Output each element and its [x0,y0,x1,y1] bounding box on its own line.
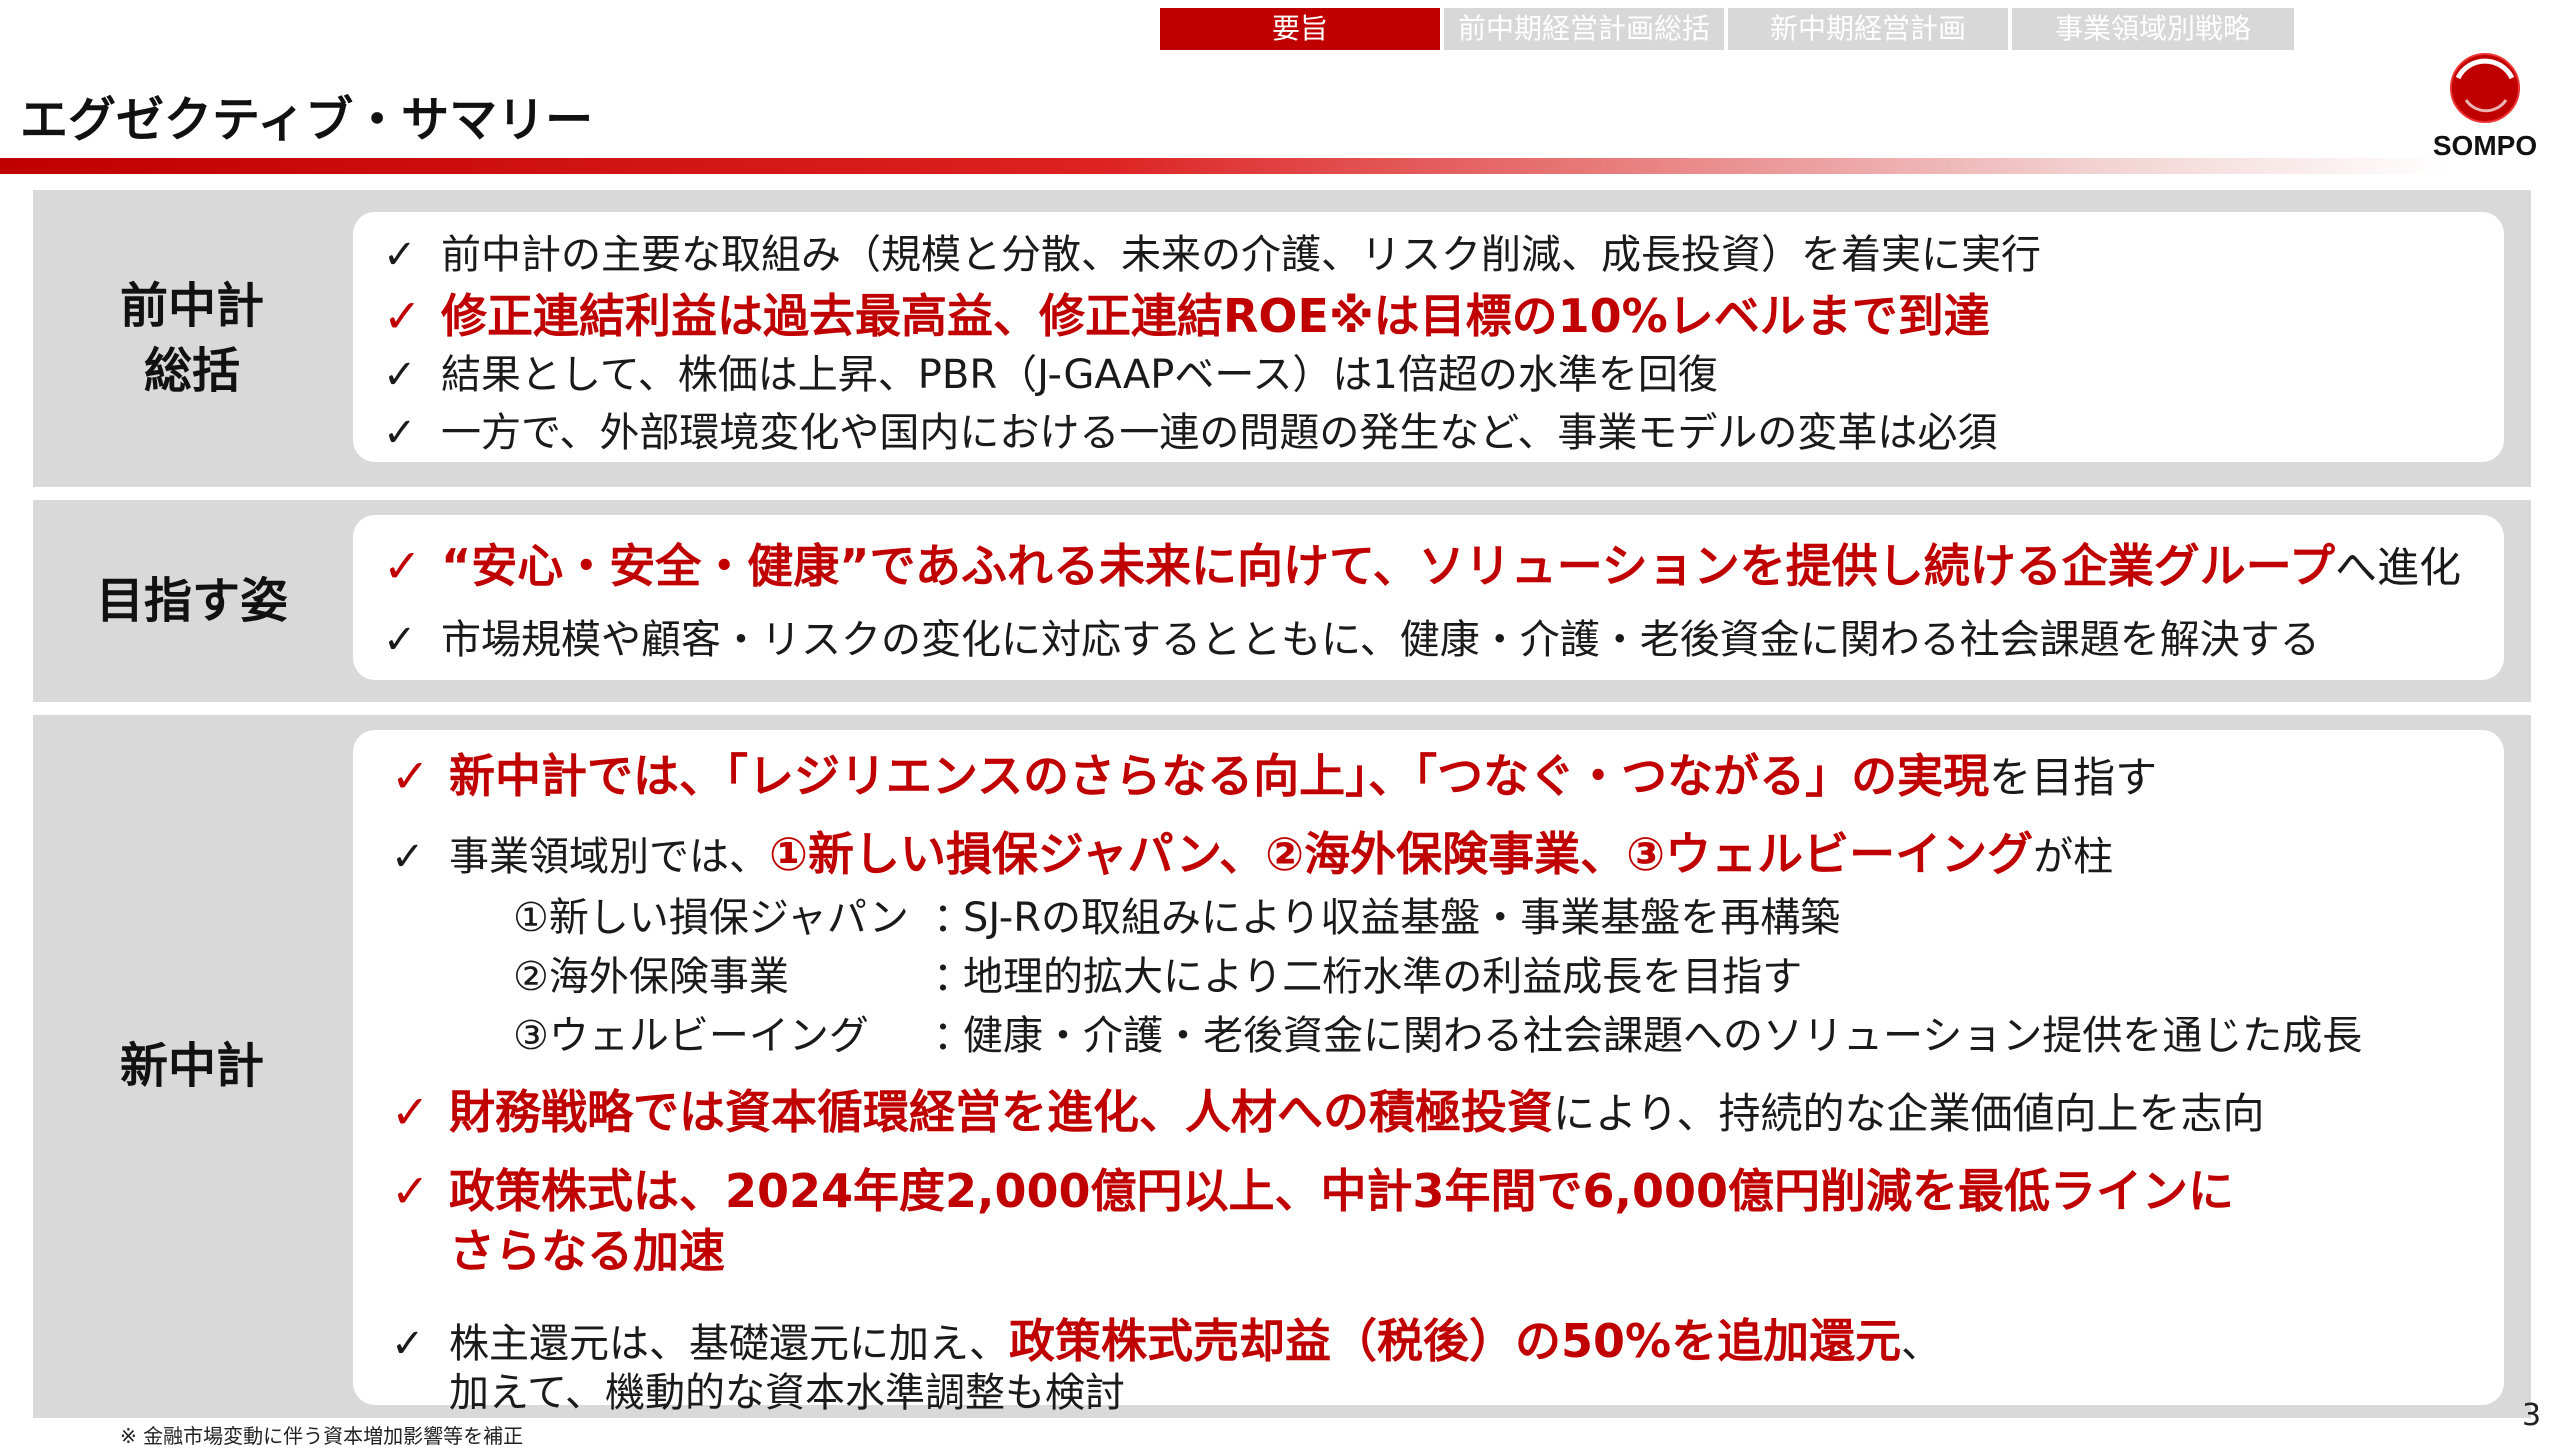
bullet-text-emphasis: ①新しい損保ジャパン、②海外保険事業、③ウェルビーイング [769,827,2034,881]
checkmark-icon: ✓ [391,1085,430,1139]
page-title: エグゼクティブ・サマリー [20,92,594,148]
sub-item-name: ①新しい損保ジャパン [513,895,909,941]
footnote: ※ 金融市場変動に伴う資本増加影響等を補正 [120,1424,524,1448]
bullet-item: ✓ 政策株式は、2024年度2,000億円以上、中計3年間で6,000億円削減を最… [391,1155,2234,1221]
bullet-text: 結果として、株価は上昇、PBR（J-GAAPベース）は1倍超の水準を回復 [441,352,1718,398]
sub-item: ②海外保険事業 ：地理的拡大により二桁水準の利益成長を目指す [513,944,1802,1002]
bullet-text-emphasis: 財務戦略では資本循環経営を進化、人材への積極投資 [449,1085,1553,1139]
bullet-continuation: さらなる加速 [449,1215,725,1281]
checkmark-icon: ✓ [383,617,417,663]
content-card: ✓ 前中計の主要な取組み（規模と分散、未来の介護、リスク削減、成長投資）を着実に実… [353,212,2504,462]
section-label-line2: 総括 [143,342,240,399]
bullet-item: ✓ 前中計の主要な取組み（規模と分散、未来の介護、リスク削減、成長投資）を着実に実… [383,222,2041,280]
bullet-text: 市場規模や顧客・リスクの変化に対応するとともに、健康・介護・老後資金に関わる社会… [441,617,2320,663]
section-label-line1: 前中計 [119,277,264,334]
bullet-item: ✓ 財務戦略では資本循環経営を進化、人材への積極投資により、持続的な企業価値向上を… [391,1076,2264,1142]
bullet-text: が柱 [2033,834,2114,880]
sub-item-name: ②海外保険事業 [513,954,789,1000]
bullet-text-emphasis: さらなる加速 [449,1224,725,1278]
bullet-text: 、 [1901,1321,1942,1367]
sub-item-colon: ： [933,895,973,941]
bullet-continuation: 加えて、機動的な資本水準調整も検討 [449,1360,1125,1418]
checkmark-icon: ✓ [391,834,425,880]
bullet-text: を目指す [1989,753,2158,802]
sub-item-colon: ： [933,954,973,1000]
checkmark-icon: ✓ [383,289,422,343]
bullet-text: 事業領域別では、 [449,834,769,880]
section-previous-plan-review: 前中計 総括 ✓ 前中計の主要な取組み（規模と分散、未来の介護、リスク削減、成長投… [33,190,2531,487]
bullet-text-emphasis: 修正連結利益は過去最高益、修正連結ROE※は目標の10%レベルまで到達 [441,289,1990,343]
sub-item-desc: 健康・介護・老後資金に関わる社会課題へのソリューション提供を通じた成長 [963,1013,2363,1059]
bullet-item: ✓ 事業領域別では、①新しい損保ジャパン、②海外保険事業、③ウェルビーイングが柱 [391,818,2113,884]
content-card: ✓ 新中計では、「レジリエンスのさらなる向上」、「つなぐ・つながる」の実現を目指す… [353,730,2504,1416]
section-vision: 目指す姿 ✓ “安心・安全・健康”であふれる未来に向けて、ソリューションを提供し続… [33,500,2531,702]
checkmark-icon: ✓ [391,749,430,803]
sub-item-desc: SJ-Rの取組みにより収益基盤・事業基盤を再構築 [963,895,1841,941]
section-label-text: 新中計 [119,1038,264,1095]
checkmark-icon: ✓ [391,1321,425,1367]
bullet-item: ✓ 新中計では、「レジリエンスのさらなる向上」、「つなぐ・つながる」の実現を目指す [391,740,2157,806]
section-new-plan: 新中計 ✓ 新中計では、「レジリエンスのさらなる向上」、「つなぐ・つながる」の実現… [33,715,2531,1418]
bullet-text-emphasis: 新中計では、「レジリエンスのさらなる向上」、「つなぐ・つながる」の実現 [449,749,1990,803]
tab-summary[interactable]: 要旨 [1160,8,1440,50]
section-label-vision: 目指す姿 [33,500,351,702]
bullet-item: ✓ “安心・安全・健康”であふれる未来に向けて、ソリューションを提供し続ける企業グ… [383,530,2461,596]
page-number: 3 [2522,1398,2542,1433]
sub-item-colon: ： [933,1013,973,1059]
sub-item-desc: 地理的拡大により二桁水準の利益成長を目指す [963,954,1803,1000]
bullet-text-emphasis: “安心・安全・健康”であふれる未来に向けて、ソリューションを提供し続ける企業グル… [441,539,2336,593]
checkmark-icon: ✓ [383,352,417,398]
sub-item: ①新しい損保ジャパン ：SJ-Rの取組みにより収益基盤・事業基盤を再構築 [513,885,1840,943]
sub-item-name: ③ウェルビーイング [513,1013,869,1059]
bullet-item: ✓ 一方で、外部環境変化や国内における一連の問題の発生など、事業モデルの変革は必須 [383,400,1997,458]
bullet-text: 前中計の主要な取組み（規模と分散、未来の介護、リスク削減、成長投資）を着実に実行 [441,232,2041,278]
section-tabs: 要旨 前中期経営計画総括 新中期経営計画 事業領域別戦略 [1160,8,2294,50]
tab-previous-plan-review[interactable]: 前中期経営計画総括 [1444,8,1724,50]
section-label-new-plan: 新中計 [33,715,351,1418]
content-card: ✓ “安心・安全・健康”であふれる未来に向けて、ソリューションを提供し続ける企業グ… [353,515,2504,680]
section-label-previous-plan: 前中計 総括 [33,190,351,487]
checkmark-icon: ✓ [383,232,417,278]
tab-business-strategy[interactable]: 事業領域別戦略 [2012,8,2294,50]
bullet-text-emphasis: 政策株式は、2024年度2,000億円以上、中計3年間で6,000億円削減を最低… [449,1164,2235,1218]
checkmark-icon: ✓ [383,410,417,456]
bullet-text: 一方で、外部環境変化や国内における一連の問題の発生など、事業モデルの変革は必須 [441,410,1998,456]
checkmark-icon: ✓ [383,539,422,593]
bullet-text: により、持続的な企業価値向上を志向 [1553,1089,2265,1138]
bullet-item: ✓ 市場規模や顧客・リスクの変化に対応するとともに、健康・介護・老後資金に関わる社… [383,607,2320,665]
bullet-item: ✓ 修正連結利益は過去最高益、修正連結ROE※は目標の10%レベルまで到達 [383,280,1990,346]
bullet-text: へ進化 [2335,543,2462,592]
bullet-text: 加えて、機動的な資本水準調整も検討 [449,1370,1125,1416]
bullet-item: ✓ 結果として、株価は上昇、PBR（J-GAAPベース）は1倍超の水準を回復 [383,342,1718,400]
title-underline-bar [0,158,2450,174]
tab-new-plan[interactable]: 新中期経営計画 [1728,8,2008,50]
sub-item: ③ウェルビーイング ：健康・介護・老後資金に関わる社会課題へのソリューション提供を… [513,1003,2362,1061]
logo-wordmark: SOMPO [2432,130,2538,161]
section-label-text: 目指す姿 [95,572,288,629]
bullet-text-emphasis: 政策株式売却益（税後）の50%を追加還元 [1009,1314,1902,1368]
checkmark-icon: ✓ [391,1164,430,1218]
